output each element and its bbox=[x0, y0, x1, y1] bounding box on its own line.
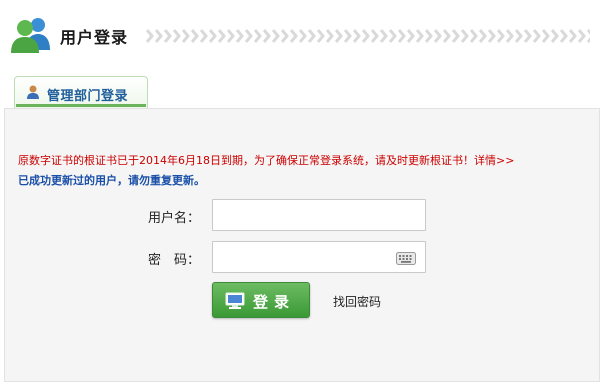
tab-active-indicator bbox=[16, 104, 146, 107]
username-input[interactable] bbox=[212, 199, 426, 231]
password-label: 密 码： bbox=[147, 253, 200, 268]
keyboard-icon[interactable] bbox=[396, 252, 416, 265]
password-input[interactable] bbox=[212, 241, 426, 273]
certificate-expiry-notice[interactable]: 原数字证书的根证书已于2014年6月18日到期，为了确保正常登录系统，请及时更新… bbox=[18, 152, 514, 168]
page-title: 用户登录 bbox=[60, 28, 129, 47]
page-header: 用户登录 bbox=[0, 0, 600, 66]
users-icon bbox=[11, 18, 50, 53]
login-button-label: 登录 bbox=[253, 293, 296, 311]
forgot-password-link[interactable]: 找回密码 bbox=[333, 293, 381, 310]
login-button[interactable]: 登录 bbox=[212, 282, 310, 318]
user-icon bbox=[27, 85, 39, 99]
decorative-chevron-band bbox=[146, 27, 590, 45]
tab-label: 管理部门登录 bbox=[47, 89, 129, 104]
monitor-icon bbox=[225, 292, 245, 309]
username-label: 用户名： bbox=[147, 211, 200, 226]
update-hint: 已成功更新过的用户，请勿重复更新。 bbox=[18, 174, 205, 187]
